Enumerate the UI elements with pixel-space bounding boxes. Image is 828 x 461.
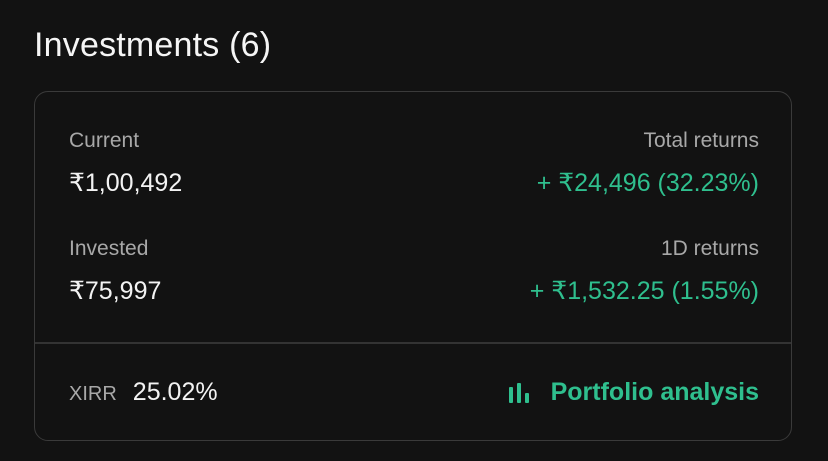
current-label: Current xyxy=(69,129,140,152)
bar-chart-icon xyxy=(508,382,531,403)
invested-label: Invested xyxy=(69,237,149,260)
day-returns-value: + ₹1,532.25 (1.55%) xyxy=(529,277,759,305)
investments-page: Investments (6) Current ₹1,00,492 Total … xyxy=(0,0,828,461)
card-footer: XIRR 25.02% Portfolio analysis xyxy=(69,378,759,407)
current-value: ₹1,00,492 xyxy=(69,169,183,197)
xirr-block: XIRR 25.02% xyxy=(69,378,218,407)
xirr-value: 25.02% xyxy=(132,378,218,406)
total-returns-block: Total returns + ₹24,496 (32.23%) xyxy=(537,128,759,198)
portfolio-analysis-label: Portfolio analysis xyxy=(550,378,759,406)
day-returns-label: 1D returns xyxy=(660,237,759,260)
summary-row-invested: Invested ₹75,997 1D returns + ₹1,532.25 … xyxy=(69,236,759,306)
card-divider xyxy=(35,342,791,344)
current-block: Current ₹1,00,492 xyxy=(69,128,182,198)
xirr-label: XIRR xyxy=(69,383,117,405)
invested-value: ₹75,997 xyxy=(69,277,162,305)
total-returns-label: Total returns xyxy=(643,129,759,152)
portfolio-analysis-button[interactable]: Portfolio analysis xyxy=(508,378,759,407)
day-returns-block: 1D returns + ₹1,532.25 (1.55%) xyxy=(530,236,759,306)
summary-row-current: Current ₹1,00,492 Total returns + ₹24,49… xyxy=(69,128,759,198)
page-title: Investments (6) xyxy=(34,26,272,64)
investment-summary-card: Current ₹1,00,492 Total returns + ₹24,49… xyxy=(34,91,792,441)
total-returns-value: + ₹24,496 (32.23%) xyxy=(536,169,759,197)
invested-block: Invested ₹75,997 xyxy=(69,236,161,306)
